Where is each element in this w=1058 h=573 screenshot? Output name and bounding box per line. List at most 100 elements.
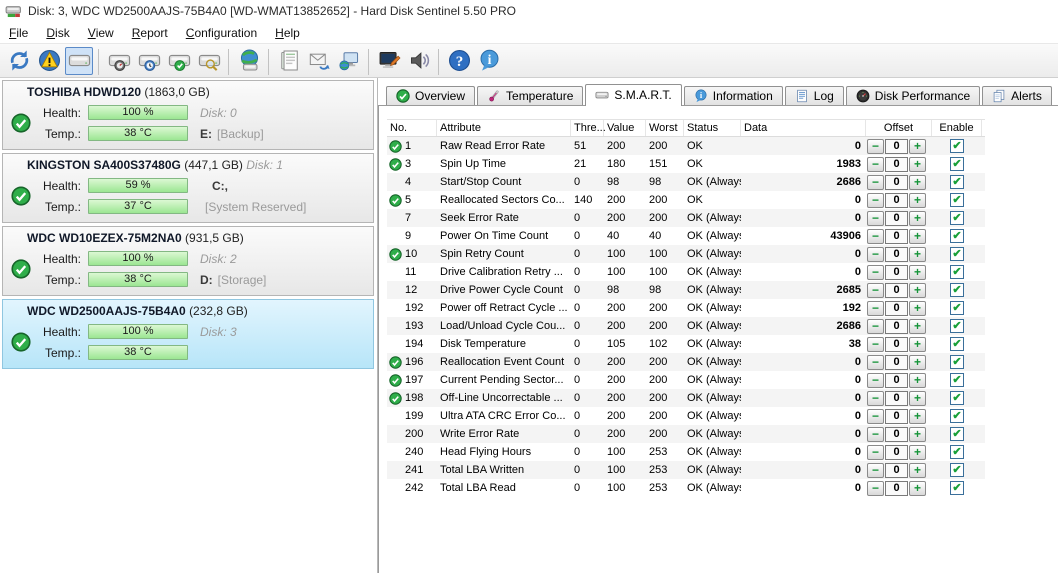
enable-checkbox[interactable]: ✔ [950, 355, 964, 369]
offset-increase-button[interactable]: + [909, 409, 926, 424]
disk-card[interactable]: WDC WD10EZEX-75M2NA0 (931,5 GB) Health: … [2, 226, 374, 296]
speaker-icon[interactable] [405, 47, 433, 75]
smart-table-row[interactable]: 12 Drive Power Cycle Count 0 98 98 OK (A… [387, 281, 985, 299]
offset-increase-button[interactable]: + [909, 391, 926, 406]
offset-decrease-button[interactable]: − [867, 247, 884, 262]
offset-increase-button[interactable]: + [909, 427, 926, 442]
menu-item[interactable]: Configuration [177, 22, 266, 43]
offset-value[interactable]: 0 [885, 247, 908, 262]
tab[interactable]: Log [785, 86, 844, 105]
menu-item[interactable]: View [79, 22, 123, 43]
offset-value[interactable]: 0 [885, 409, 908, 424]
smart-table-row[interactable]: 9 Power On Time Count 0 40 40 OK (Always… [387, 227, 985, 245]
tab[interactable]: Overview [386, 86, 475, 105]
offset-decrease-button[interactable]: − [867, 265, 884, 280]
offset-value[interactable]: 0 [885, 157, 908, 172]
disk-card[interactable]: KINGSTON SA400S37480G (447,1 GB) Disk: 1… [2, 153, 374, 223]
offset-increase-button[interactable]: + [909, 337, 926, 352]
smart-table-row[interactable]: 193 Load/Unload Cycle Cou... 0 200 200 O… [387, 317, 985, 335]
offset-increase-button[interactable]: + [909, 481, 926, 496]
tab[interactable]: i Information [684, 86, 783, 105]
smart-table-row[interactable]: 196 Reallocation Event Count 0 200 200 O… [387, 353, 985, 371]
offset-decrease-button[interactable]: − [867, 157, 884, 172]
smart-table-row[interactable]: 10 Spin Retry Count 0 100 100 OK (Always… [387, 245, 985, 263]
offset-increase-button[interactable]: + [909, 247, 926, 262]
tab[interactable]: Temperature [477, 86, 583, 105]
offset-increase-button[interactable]: + [909, 301, 926, 316]
report-icon[interactable] [275, 47, 303, 75]
smart-table-row[interactable]: 199 Ultra ATA CRC Error Co... 0 200 200 … [387, 407, 985, 425]
offset-value[interactable]: 0 [885, 355, 908, 370]
offset-value[interactable]: 0 [885, 427, 908, 442]
disk-card[interactable]: WDC WD2500AAJS-75B4A0 (232,8 GB) Health:… [2, 299, 374, 369]
offset-decrease-button[interactable]: − [867, 481, 884, 496]
offset-decrease-button[interactable]: − [867, 445, 884, 460]
offset-value[interactable]: 0 [885, 481, 908, 496]
enable-checkbox[interactable]: ✔ [950, 445, 964, 459]
offset-decrease-button[interactable]: − [867, 463, 884, 478]
offset-increase-button[interactable]: + [909, 157, 926, 172]
offset-decrease-button[interactable]: − [867, 337, 884, 352]
enable-checkbox[interactable]: ✔ [950, 301, 964, 315]
smart-table-row[interactable]: 192 Power off Retract Cycle ... 0 200 20… [387, 299, 985, 317]
smart-table-row[interactable]: 3 Spin Up Time 21 180 151 OK 1983 − 0 [387, 155, 985, 173]
enable-checkbox[interactable]: ✔ [950, 319, 964, 333]
offset-value[interactable]: 0 [885, 211, 908, 226]
offset-increase-button[interactable]: + [909, 139, 926, 154]
tab[interactable]: Disk Performance [846, 86, 980, 105]
refresh-icon[interactable] [5, 47, 33, 75]
enable-checkbox[interactable]: ✔ [950, 211, 964, 225]
offset-decrease-button[interactable]: − [867, 391, 884, 406]
offset-increase-button[interactable]: + [909, 319, 926, 334]
offset-value[interactable]: 0 [885, 175, 908, 190]
smart-table-row[interactable]: 4 Start/Stop Count 0 98 98 OK (Always...… [387, 173, 985, 191]
enable-checkbox[interactable]: ✔ [950, 175, 964, 189]
enable-checkbox[interactable]: ✔ [950, 247, 964, 261]
offset-decrease-button[interactable]: − [867, 139, 884, 154]
enable-checkbox[interactable]: ✔ [950, 427, 964, 441]
menu-item[interactable]: Help [266, 22, 309, 43]
enable-checkbox[interactable]: ✔ [950, 193, 964, 207]
offset-value[interactable]: 0 [885, 193, 908, 208]
offset-decrease-button[interactable]: − [867, 373, 884, 388]
offset-decrease-button[interactable]: − [867, 211, 884, 226]
smart-table-row[interactable]: 241 Total LBA Written 0 100 253 OK (Alwa… [387, 461, 985, 479]
enable-checkbox[interactable]: ✔ [950, 229, 964, 243]
offset-increase-button[interactable]: + [909, 355, 926, 370]
enable-checkbox[interactable]: ✔ [950, 409, 964, 423]
smart-table-row[interactable]: 242 Total LBA Read 0 100 253 OK (Always.… [387, 479, 985, 497]
menu-item[interactable]: Report [123, 22, 177, 43]
warning-report-icon[interactable] [35, 47, 63, 75]
offset-value[interactable]: 0 [885, 301, 908, 316]
offset-decrease-button[interactable]: − [867, 355, 884, 370]
smart-table-row[interactable]: 240 Head Flying Hours 0 100 253 OK (Alwa… [387, 443, 985, 461]
menu-item[interactable]: File [0, 22, 37, 43]
offset-decrease-button[interactable]: − [867, 193, 884, 208]
smart-table-row[interactable]: 5 Reallocated Sectors Co... 140 200 200 … [387, 191, 985, 209]
disk-gauge-icon[interactable] [105, 47, 133, 75]
offset-value[interactable]: 0 [885, 463, 908, 478]
offset-value[interactable]: 0 [885, 445, 908, 460]
offset-increase-button[interactable]: + [909, 463, 926, 478]
offset-decrease-button[interactable]: − [867, 427, 884, 442]
disk-card[interactable]: TOSHIBA HDWD120 (1863,0 GB) Health: 100 … [2, 80, 374, 150]
enable-checkbox[interactable]: ✔ [950, 463, 964, 477]
offset-increase-button[interactable]: + [909, 283, 926, 298]
globe-disk-icon[interactable] [235, 47, 263, 75]
monitor-edit-icon[interactable] [375, 47, 403, 75]
smart-table-row[interactable]: 194 Disk Temperature 0 105 102 OK (Alway… [387, 335, 985, 353]
offset-increase-button[interactable]: + [909, 265, 926, 280]
enable-checkbox[interactable]: ✔ [950, 391, 964, 405]
enable-checkbox[interactable]: ✔ [950, 265, 964, 279]
network-icon[interactable] [335, 47, 363, 75]
offset-decrease-button[interactable]: − [867, 175, 884, 190]
offset-increase-button[interactable]: + [909, 229, 926, 244]
offset-decrease-button[interactable]: − [867, 319, 884, 334]
mail-sync-icon[interactable] [305, 47, 333, 75]
smart-table-row[interactable]: 197 Current Pending Sector... 0 200 200 … [387, 371, 985, 389]
offset-value[interactable]: 0 [885, 337, 908, 352]
offset-increase-button[interactable]: + [909, 373, 926, 388]
offset-increase-button[interactable]: + [909, 175, 926, 190]
enable-checkbox[interactable]: ✔ [950, 157, 964, 171]
disk-overview-icon[interactable] [65, 47, 93, 75]
